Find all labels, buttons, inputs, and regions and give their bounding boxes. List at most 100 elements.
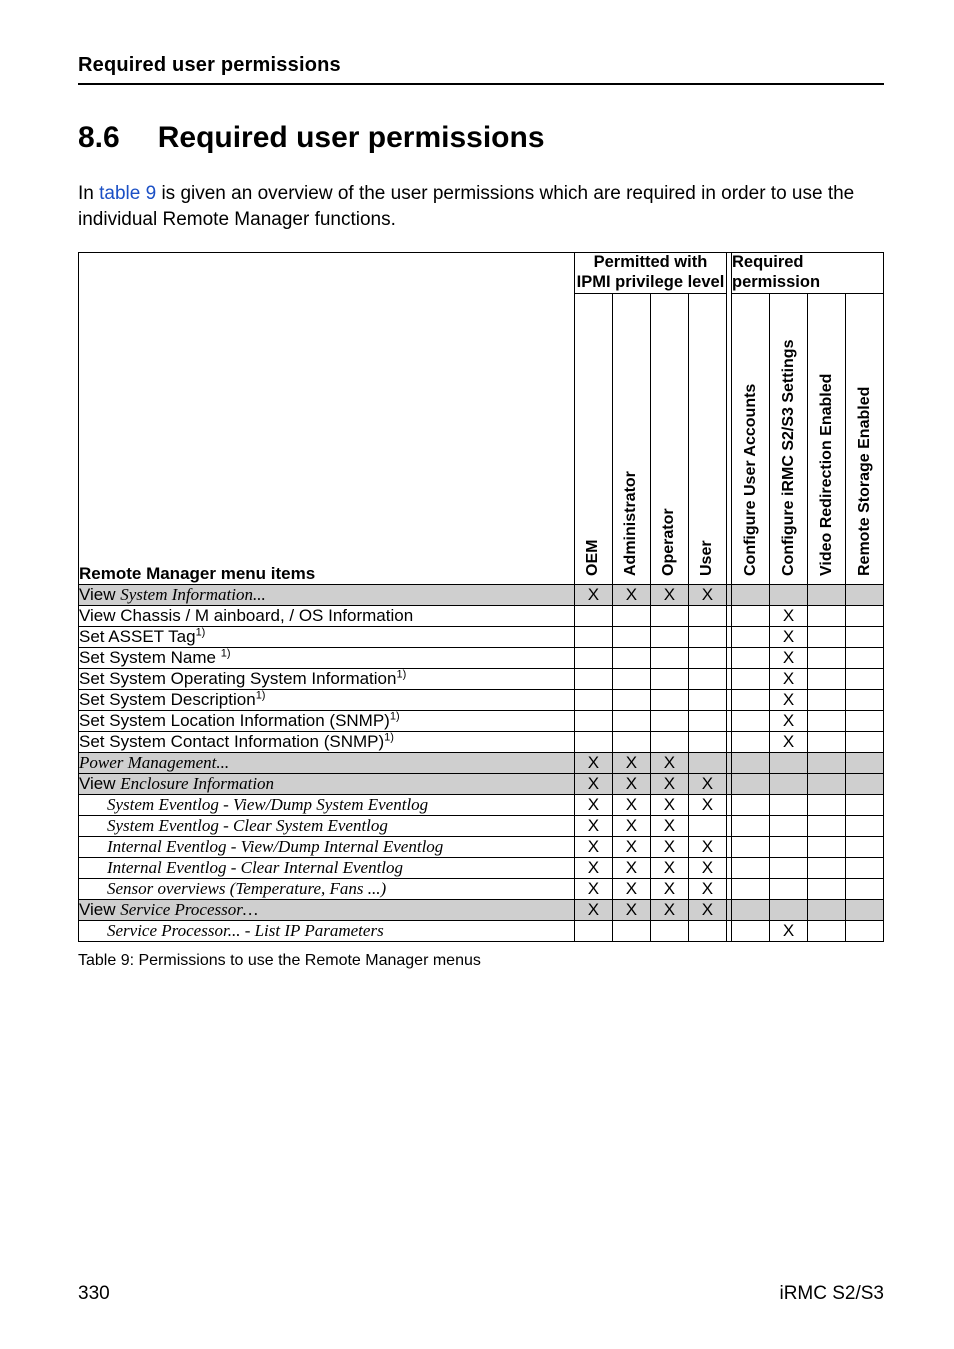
cell: [770, 878, 808, 899]
table-row: Internal Eventlog - View/Dump Internal E…: [79, 836, 884, 857]
cell: [770, 815, 808, 836]
cell: [612, 626, 650, 647]
table-row: Set System Description1)X: [79, 689, 884, 710]
cell: X: [612, 878, 650, 899]
cell: [770, 857, 808, 878]
cell: X: [612, 773, 650, 794]
cell: [688, 710, 726, 731]
cell: [688, 689, 726, 710]
table-caption: Table 9: Permissions to use the Remote M…: [78, 952, 884, 970]
cell: [732, 668, 770, 689]
cell: X: [574, 815, 612, 836]
cell: X: [770, 668, 808, 689]
table-row: System Eventlog - Clear System EventlogX…: [79, 815, 884, 836]
cell: X: [574, 899, 612, 920]
col-video-redirection-enabled: Video Redirection Enabled: [808, 293, 846, 584]
col-administrator: Administrator: [612, 293, 650, 584]
cell: [688, 752, 726, 773]
cell: X: [650, 899, 688, 920]
cell: [846, 605, 884, 626]
cell: [688, 647, 726, 668]
footer-right: iRMC S2/S3: [779, 1283, 884, 1305]
cell: X: [612, 899, 650, 920]
cell: [650, 626, 688, 647]
row-label: View Enclosure Information: [79, 773, 575, 794]
cell: [732, 731, 770, 752]
cell: [846, 878, 884, 899]
cell: [732, 857, 770, 878]
cell: [770, 794, 808, 815]
cell: [732, 794, 770, 815]
cell: [770, 773, 808, 794]
row-label: View Service Processor…: [79, 899, 575, 920]
cell: [650, 920, 688, 941]
cell: X: [612, 752, 650, 773]
cell: [846, 920, 884, 941]
cell: [732, 878, 770, 899]
cell: [732, 605, 770, 626]
intro-post: is given an overview of the user permiss…: [78, 183, 854, 230]
cell: [808, 605, 846, 626]
cell: [808, 815, 846, 836]
cell: [846, 899, 884, 920]
cell: X: [770, 710, 808, 731]
cell: X: [650, 878, 688, 899]
cell: X: [688, 836, 726, 857]
cell: X: [650, 815, 688, 836]
cell: [846, 794, 884, 815]
cell: X: [770, 731, 808, 752]
cell: X: [650, 857, 688, 878]
cell: [846, 752, 884, 773]
cell: X: [770, 626, 808, 647]
cell: X: [688, 794, 726, 815]
cell: [808, 878, 846, 899]
cell: [846, 668, 884, 689]
cell: [846, 626, 884, 647]
row-label: Set ASSET Tag1): [79, 626, 575, 647]
table-row: View System Information...XXXX: [79, 584, 884, 605]
cell: [574, 710, 612, 731]
cell: X: [770, 605, 808, 626]
row-label: Internal Eventlog - Clear Internal Event…: [79, 857, 575, 878]
cell: [732, 836, 770, 857]
cell: [612, 710, 650, 731]
cell: X: [574, 773, 612, 794]
intro-paragraph: In table 9 is given an overview of the u…: [78, 181, 884, 232]
cell: [612, 920, 650, 941]
cell: [846, 689, 884, 710]
row-label: System Eventlog - Clear System Eventlog: [79, 815, 575, 836]
cell: X: [612, 584, 650, 605]
table-row: Service Processor... - List IP Parameter…: [79, 920, 884, 941]
table-row: View Chassis / M ainboard, / OS Informat…: [79, 605, 884, 626]
cell: [808, 626, 846, 647]
cell: [574, 647, 612, 668]
col-configure-user-accounts: Configure User Accounts: [732, 293, 770, 584]
cell: [846, 857, 884, 878]
cell: X: [770, 920, 808, 941]
cell: [770, 836, 808, 857]
permissions-table: Remote Manager menu items Permitted with…: [78, 252, 884, 942]
row-label: System Eventlog - View/Dump System Event…: [79, 794, 575, 815]
cell: [846, 773, 884, 794]
cell: [808, 794, 846, 815]
cell: X: [612, 794, 650, 815]
cell: [574, 605, 612, 626]
cell: [650, 731, 688, 752]
cell: [688, 815, 726, 836]
cell: [612, 731, 650, 752]
cell: [612, 605, 650, 626]
cell: X: [650, 836, 688, 857]
table-row: System Eventlog - View/Dump System Event…: [79, 794, 884, 815]
cell: [808, 584, 846, 605]
cell: [770, 899, 808, 920]
table-9-link[interactable]: table 9: [99, 183, 156, 204]
cell: [688, 731, 726, 752]
cell: [846, 836, 884, 857]
cell: [846, 710, 884, 731]
cell: [808, 773, 846, 794]
cell: [612, 668, 650, 689]
table-row: View Enclosure InformationXXXX: [79, 773, 884, 794]
cell: [808, 689, 846, 710]
cell: [732, 920, 770, 941]
cell: X: [770, 647, 808, 668]
